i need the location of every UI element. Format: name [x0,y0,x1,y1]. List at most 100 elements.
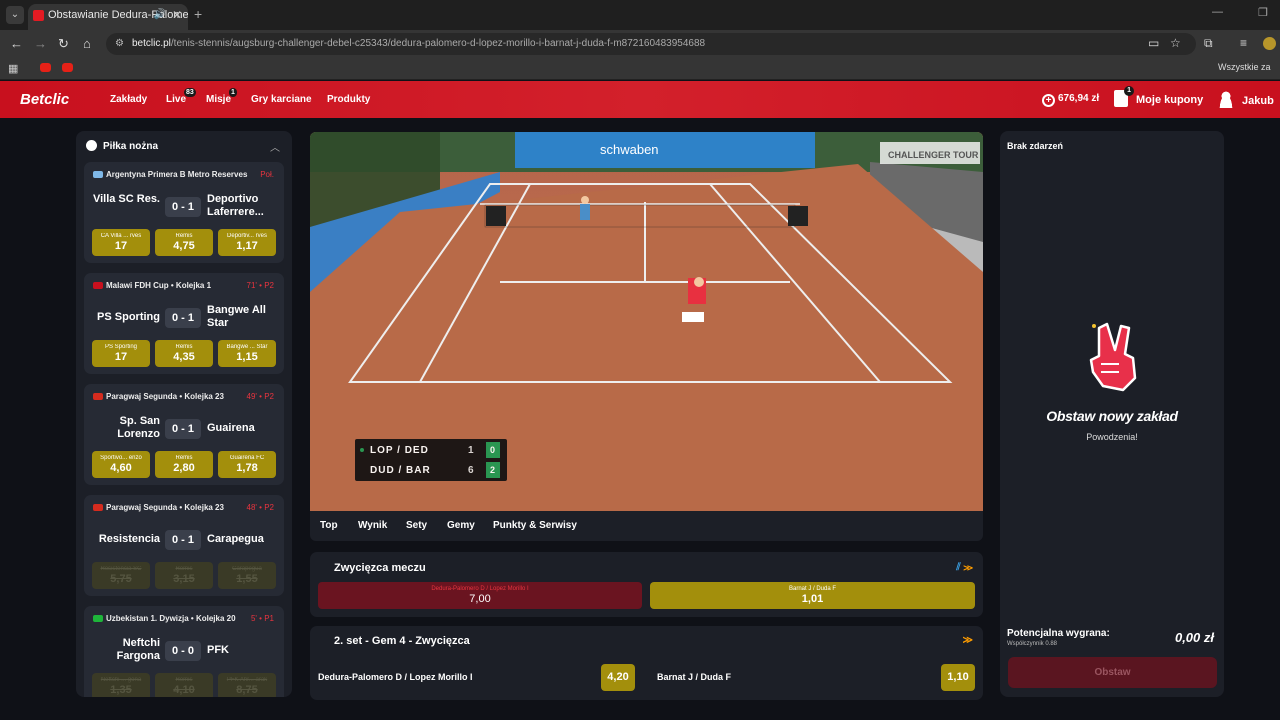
league-name: Paragwaj Segunda • Kolejka 23 [93,503,224,512]
address-bar-row: ← → ↻ ⌂ ⚙ betclic.pl/tenis-stennis/augsb… [0,30,1280,58]
home-team: Neftchi Fargona [116,637,160,662]
tab-search-button[interactable]: ⌄ [6,6,24,24]
market-title: 2. set - Gem 4 - Zwycięzca [334,635,470,647]
odd-button[interactable]: Bangwe ... Star 1,15 [218,340,276,367]
odd-label: Carapegua [232,566,262,572]
odd-label: Resistencia SC [100,566,142,572]
games-score: 1 [468,445,475,456]
selection-label: Barnat J / Duda F [788,586,837,592]
nav-label: Gry karciane [251,94,312,105]
plus-icon: + [1042,94,1055,107]
live-stats-icons[interactable]: ⫽ ≫ [956,562,973,573]
my-coupons-button[interactable]: 1 Moje kupony [1114,86,1203,107]
selection-button[interactable]: Barnat J / Duda F 1,01 [650,582,975,609]
betclic-logo[interactable]: Betclic [20,91,69,108]
odd-label: Guairena FC [229,455,265,461]
match-card[interactable]: Paragwaj Segunda • Kolejka 23 48' • P2 R… [84,495,284,596]
odd-button[interactable]: Guairena FC 1,78 [218,451,276,478]
browser-tab-strip: ⌄ Obstawianie Dedura-Palomero 🔊 ✕ + — ❐ [0,0,1280,30]
cast-icon[interactable]: ▭ [1148,36,1159,50]
odd-button[interactable]: Sportivo... enzo 4,60 [92,451,150,478]
home-icon[interactable]: ⌂ [83,36,91,51]
youtube-bookmark-icon[interactable] [62,63,73,72]
match-score: 0 - 1 [165,530,201,550]
site-info-icon[interactable]: ⚙ [115,33,124,55]
odd-button[interactable]: CA Villa ... rves 17 [92,229,150,256]
live-arrows-icon[interactable]: ≫ [963,635,973,646]
back-icon[interactable]: ← [10,36,23,51]
nav-live[interactable]: Live 83 [166,88,196,105]
odd-button: Remis 3,15 [155,562,213,589]
odd-value: 8,75 [236,684,258,696]
match-time: 48' • P2 [246,503,274,512]
odd-label: PS Sporting [104,344,138,350]
league-name: Malawi FDH Cup • Kolejka 1 [93,281,211,290]
match-card[interactable]: Argentyna Primera B Metro Reserves Poł. … [84,162,284,263]
odd-value: 1,55 [236,573,258,585]
betclic-favicon-icon [33,10,44,21]
odd-button[interactable]: Remis 2,80 [155,451,213,478]
selection-button[interactable]: Dedura-Palomero D / Lopez Morillo I 7,00 [318,582,642,609]
selection-label: Barnat J / Duda F [657,672,732,682]
country-flag-icon [93,282,103,289]
minimize-icon[interactable]: — [1212,6,1223,18]
odd-button: Resistencia SC 5,75 [92,562,150,589]
url-field[interactable]: ⚙ betclic.pl/tenis-stennis/augsburg-chal… [106,33,1196,55]
home-team: Sp. San Lorenzo [117,415,160,440]
tab-gemy[interactable]: Gemy [447,520,475,531]
user-icon [1218,91,1234,108]
challenger-tour-logo: CHALLENGER TOUR [888,150,979,160]
new-tab-button[interactable]: + [194,6,202,22]
forward-icon[interactable]: → [34,36,47,51]
close-tab-icon[interactable]: ✕ [172,4,182,26]
odd-button: Neftchi ... gona 1,35 [92,673,150,697]
tab-punkty-serwisy[interactable]: Punkty & Serwisy [493,520,577,531]
odd-value: 4,10 [173,684,195,696]
selection-label: Dedura-Palomero D / Lopez Morillo I [318,672,473,682]
sets-score: 0 [486,442,500,458]
selection-odd-button[interactable]: 1,10 [941,664,975,691]
live-count-badge: 83 [184,88,196,97]
tab-top[interactable]: Top [320,520,338,531]
odd-button[interactable]: Deportiv... rves 1,17 [218,229,276,256]
apps-grid-icon[interactable]: ▦ [8,62,18,75]
match-card[interactable]: Paragwaj Segunda • Kolejka 23 49' • P2 S… [84,384,284,485]
browser-tab[interactable]: Obstawianie Dedura-Palomero 🔊 ✕ [28,4,188,30]
potential-win-amount: 0,00 zł [1174,630,1214,645]
odd-button[interactable]: Remis 4,75 [155,229,213,256]
live-video-player[interactable]: schwaben CHALLENGER TOUR LOP / DED 1 0 D… [310,132,983,511]
odd-button[interactable]: PS Sporting 17 [92,340,150,367]
user-name: Jakub [1242,95,1274,107]
place-bet-button[interactable]: Obstaw [1008,657,1217,688]
bookmark-star-icon[interactable]: ☆ [1170,36,1181,50]
sport-header[interactable]: Piłka nożna [86,140,158,152]
games-score: 6 [468,465,475,476]
all-bookmarks-folder[interactable]: Wszystkie za [1218,62,1271,72]
selection-odd-button[interactable]: 4,20 [601,664,635,691]
odd-button: PFK Ahr... arak 8,75 [218,673,276,697]
collapse-chevron-icon[interactable]: ︿ [270,139,280,154]
odd-button: Carapegua 1,55 [218,562,276,589]
youtube-bookmark-icon[interactable] [40,63,51,72]
restore-icon[interactable]: ❐ [1258,6,1268,19]
extensions-icon[interactable]: ⧉ [1204,36,1213,51]
odd-button[interactable]: Remis 4,35 [155,340,213,367]
odd-value: 5,75 [110,573,132,585]
odd-label: Remis [175,233,193,239]
match-card[interactable]: Uzbekistan 1. Dywizja • Kolejka 20 5' • … [84,606,284,697]
media-icon[interactable]: ≡ [1240,36,1247,50]
match-card[interactable]: Malawi FDH Cup • Kolejka 1 71' • P2 PS S… [84,273,284,374]
nav-produkty[interactable]: Produkty [327,94,370,105]
deposit-balance-button[interactable]: +676,94 zł [1042,93,1099,107]
speaker-icon[interactable]: 🔊 [154,4,166,26]
tab-sety[interactable]: Sety [406,520,427,531]
profile-avatar-icon[interactable] [1263,37,1276,50]
nav-misje[interactable]: Misje 1 [206,88,237,105]
nav-gry-karciane[interactable]: Gry karciane [251,94,312,105]
market-game-winner: 2. set - Gem 4 - Zwycięzca ≫ Dedura-Palo… [310,626,983,700]
reload-icon[interactable]: ↻ [58,36,69,52]
odd-value: 4,35 [173,351,195,363]
nav-zaklady[interactable]: Zakłady [110,94,147,105]
user-menu[interactable]: Jakub [1218,91,1274,108]
tab-wynik[interactable]: Wynik [358,520,387,531]
